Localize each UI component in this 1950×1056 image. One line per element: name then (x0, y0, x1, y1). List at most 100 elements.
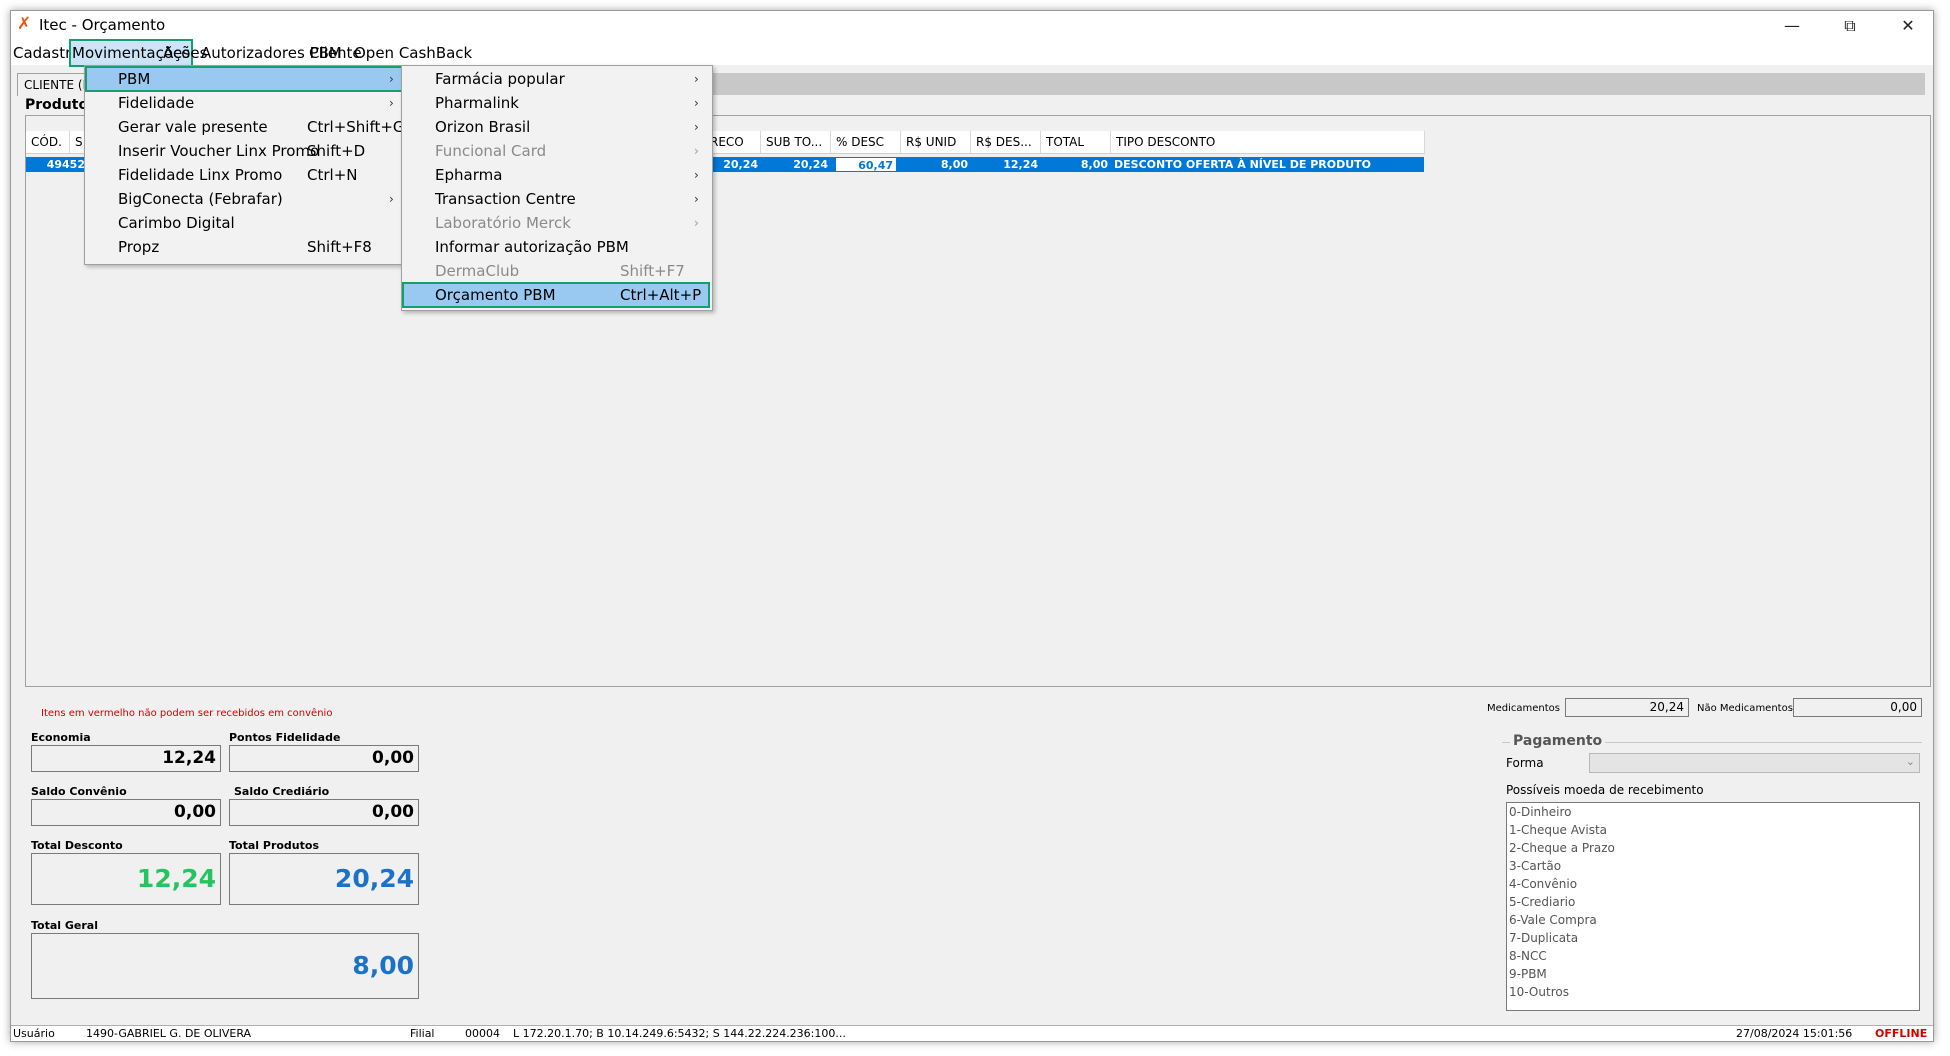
submenu-arrow-icon: › (694, 144, 699, 158)
medicamentos-value: 20,24 (1565, 698, 1689, 717)
submenu-arrow-icon: › (694, 216, 699, 230)
menu-item-fidelidade[interactable]: Fidelidade › (87, 92, 401, 114)
col-header-desc-pct[interactable]: % DESC (831, 131, 901, 153)
col-header-cod[interactable]: CÓD. (26, 131, 70, 153)
submenu-arrow-icon: › (389, 96, 394, 110)
cell-tipo-desconto: DESCONTO OFERTA À NÍVEL DE PRODUTO (1114, 158, 1372, 171)
usuario-value: 1490-GABRIEL G. DE OLIVERA (86, 1027, 252, 1040)
total-geral-label: Total Geral (31, 919, 98, 932)
cell-rs-desc: 12,24 (1003, 158, 1038, 171)
list-item[interactable]: 3-Cartão (1509, 859, 1561, 873)
menu-bar: Cadastros Movimentações Ações Autorizado… (11, 39, 1933, 67)
menu-item-label: Pharmalink (435, 94, 519, 112)
menu-item-shortcut: Ctrl+Alt+P (620, 286, 702, 304)
menu-open-cashback[interactable]: Open CashBack (354, 41, 472, 65)
list-item[interactable]: 4-Convênio (1509, 877, 1577, 891)
menu-item-label: PBM (118, 70, 151, 88)
menu-item-label: Orizon Brasil (435, 118, 531, 136)
menu-item-pbm[interactable]: PBM › (85, 66, 403, 92)
col-header-subtotal[interactable]: SUB TO... (761, 131, 831, 153)
col-header-rs-desc[interactable]: R$ DES... (971, 131, 1041, 153)
forma-label: Forma (1506, 756, 1544, 770)
pbm-submenu: Farmácia popular › Pharmalink › Orizon B… (401, 65, 713, 311)
submenu-arrow-icon: › (389, 72, 394, 86)
menu-item-shortcut: Shift+F7 (620, 262, 685, 280)
filial-label: Filial (410, 1027, 435, 1040)
total-geral-value: 8,00 (31, 933, 419, 999)
menu-item-shortcut: Ctrl+Shift+G (307, 118, 405, 136)
moedas-label: Possíveis moeda de recebimento (1506, 783, 1704, 797)
usuario-label: Usuário (13, 1027, 55, 1040)
menu-item-shortcut: Shift+F8 (307, 238, 372, 256)
menu-item-funcional-card: Funcional Card › (404, 140, 708, 162)
list-item[interactable]: 6-Vale Compra (1509, 913, 1597, 927)
cell-desc-pct-editor[interactable]: 60,47 (835, 157, 897, 172)
total-desconto-value: 12,24 (31, 853, 221, 905)
saldo-convenio-value: 0,00 (31, 799, 221, 826)
list-item[interactable]: 8-NCC (1509, 949, 1547, 963)
menu-item-bigconecta[interactable]: BigConecta (Febrafar) › (87, 188, 401, 210)
menu-item-orizon-brasil[interactable]: Orizon Brasil › (404, 116, 708, 138)
forma-select[interactable]: ⌄ (1589, 753, 1920, 773)
submenu-arrow-icon: › (389, 192, 394, 206)
menu-item-informar-autorizacao-pbm[interactable]: Informar autorização PBM (404, 236, 708, 258)
col-header-preco[interactable]: RECO (705, 131, 761, 153)
menu-item-label: DermaClub (435, 262, 520, 280)
cell-preco: 20,24 (723, 158, 758, 171)
convenio-notice: Itens em vermelho não podem ser recebido… (41, 708, 333, 719)
total-desconto-label: Total Desconto (31, 839, 123, 852)
saldo-convenio-label: Saldo Convênio (31, 785, 127, 798)
menu-item-propz[interactable]: Propz Shift+F8 (87, 236, 401, 258)
list-item[interactable]: 5-Crediario (1509, 895, 1575, 909)
pontos-fidelidade-value: 0,00 (229, 745, 419, 772)
chevron-down-icon: ⌄ (1905, 755, 1915, 768)
pontos-fidelidade-label: Pontos Fidelidade (229, 731, 341, 744)
restore-button[interactable]: ⧉ (1821, 11, 1879, 41)
moedas-listbox[interactable]: 0-Dinheiro 1-Cheque Avista 2-Cheque a Pr… (1506, 802, 1920, 1011)
list-item[interactable]: 0-Dinheiro (1509, 805, 1571, 819)
menu-item-shortcut: Ctrl+N (307, 166, 358, 184)
menu-item-label: Orçamento PBM (435, 286, 556, 304)
submenu-arrow-icon: › (694, 192, 699, 206)
total-produtos-label: Total Produtos (229, 839, 319, 852)
menu-item-gerar-vale-presente[interactable]: Gerar vale presente Ctrl+Shift+G (87, 116, 405, 138)
saldo-crediario-value: 0,00 (229, 799, 419, 826)
window-title: Itec - Orçamento (39, 16, 166, 34)
col-header-rs-unid[interactable]: R$ UNID (901, 131, 971, 153)
grid-header-right: RECO SUB TO... % DESC R$ UNID R$ DES... … (705, 131, 1425, 154)
menu-item-label: Propz (118, 238, 160, 256)
menu-item-pharmalink[interactable]: Pharmalink › (404, 92, 708, 114)
menu-item-label: Farmácia popular (435, 70, 565, 88)
pagamento-legend: Pagamento (1510, 733, 1606, 749)
list-item[interactable]: 7-Duplicata (1509, 931, 1578, 945)
connection-info: L 172.20.1.70; B 10.14.249.6:5432; S 144… (513, 1027, 846, 1040)
list-item[interactable]: 1-Cheque Avista (1509, 823, 1607, 837)
menu-item-epharma[interactable]: Epharma › (404, 164, 708, 186)
submenu-arrow-icon: › (694, 72, 699, 86)
list-item[interactable]: 9-PBM (1509, 967, 1547, 981)
close-button[interactable]: ✕ (1879, 11, 1933, 41)
menu-item-carimbo-digital[interactable]: Carimbo Digital (87, 212, 401, 234)
list-item[interactable]: 10-Outros (1509, 985, 1569, 999)
total-produtos-value: 20,24 (229, 853, 419, 905)
cell-total: 8,00 (1080, 158, 1108, 171)
menu-item-laboratorio-merck: Laboratório Merck › (404, 212, 708, 234)
nao-medicamentos-label: Não Medicamentos (1697, 703, 1793, 714)
menu-item-farmacia-popular[interactable]: Farmácia popular › (404, 68, 708, 90)
minimize-button[interactable]: — (1763, 11, 1821, 41)
menu-item-label: Epharma (435, 166, 503, 184)
col-header-tipo-desconto[interactable]: TIPO DESCONTO (1111, 131, 1425, 153)
cell-subtotal: 20,24 (793, 158, 828, 171)
menu-item-inserir-voucher[interactable]: Inserir Voucher Linx Promo Shift+D (87, 140, 401, 162)
menu-item-orcamento-pbm[interactable]: Orçamento PBM Ctrl+Alt+P (402, 282, 710, 308)
cell-cod: 49452 (46, 158, 85, 171)
menu-item-transaction-centre[interactable]: Transaction Centre › (404, 188, 708, 210)
economia-value: 12,24 (31, 745, 221, 772)
menu-item-fidelidade-linx-promo[interactable]: Fidelidade Linx Promo Ctrl+N (87, 164, 401, 186)
list-item[interactable]: 2-Cheque a Prazo (1509, 841, 1615, 855)
cell-rs-unid: 8,00 (940, 158, 968, 171)
col-header-total[interactable]: TOTAL (1041, 131, 1111, 153)
menu-item-label: Laboratório Merck (435, 214, 571, 232)
menu-item-label: Fidelidade Linx Promo (118, 166, 283, 184)
menu-item-label: BigConecta (Febrafar) (118, 190, 283, 208)
